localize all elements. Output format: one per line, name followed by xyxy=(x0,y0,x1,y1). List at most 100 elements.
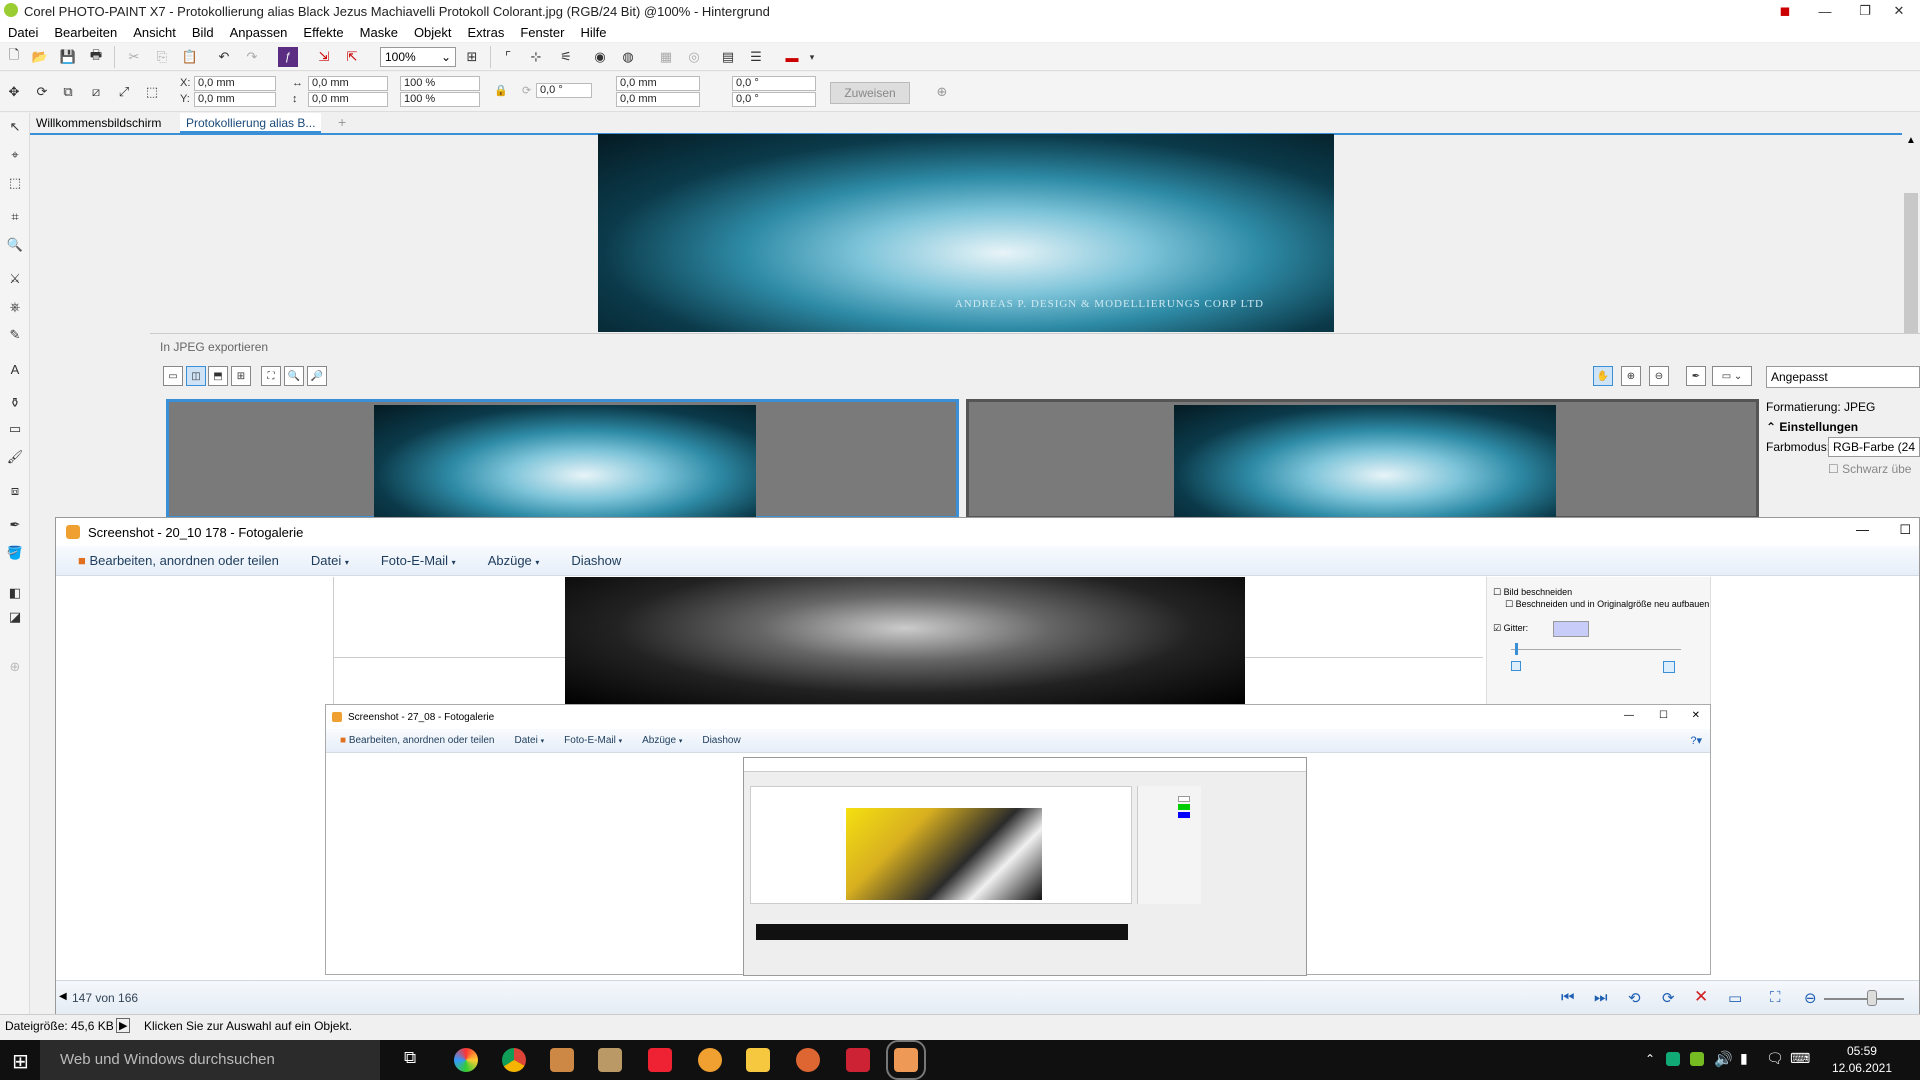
x-field[interactable]: 0,0 mm xyxy=(194,76,276,91)
paint-brush-icon[interactable]: 🖌 xyxy=(5,447,25,467)
new-file-icon[interactable]: 🗋 xyxy=(4,47,24,67)
rotate-right-icon[interactable]: ⟳ xyxy=(1662,989,1675,1007)
scroll-left-icon[interactable]: ◀ xyxy=(59,991,67,1002)
crop-orig-row[interactable]: ☐ Beschneiden und in Originalgröße neu a… xyxy=(1505,599,1709,610)
menu-hilfe[interactable]: Hilfe xyxy=(572,25,614,40)
fill-icon[interactable]: 🪣 xyxy=(5,543,25,563)
user-icon[interactable]: ◼ xyxy=(1770,0,1800,22)
explorer-icon[interactable] xyxy=(746,1048,770,1072)
menu-diashow[interactable]: Diashow xyxy=(555,553,637,568)
task-view-icon[interactable]: ⧉ xyxy=(404,1048,416,1068)
vertical-scrollbar[interactable]: ▲ xyxy=(1902,133,1920,333)
paste-icon[interactable]: 📋 xyxy=(180,47,200,67)
quad-view-icon[interactable]: ⊞ xyxy=(231,366,251,386)
photo-app-icon[interactable] xyxy=(454,1048,478,1072)
move-icon[interactable]: ✥ xyxy=(4,82,24,102)
gallery-viewer[interactable]: ☐ Bild beschneiden ☐ Beschneiden und in … xyxy=(56,577,1919,976)
cut-icon[interactable]: ✂ xyxy=(124,47,144,67)
menu-extras[interactable]: Extras xyxy=(460,25,513,40)
menu-objekt[interactable]: Objekt xyxy=(406,25,460,40)
pick-tool-icon[interactable]: ↖ xyxy=(5,117,25,137)
menu-fenster[interactable]: Fenster xyxy=(512,25,572,40)
copy-icon[interactable]: ⎘ xyxy=(152,47,172,67)
close-button[interactable]: ✕ xyxy=(1884,0,1914,22)
close-button[interactable]: ✕ xyxy=(1692,710,1700,721)
grid-slider-track[interactable] xyxy=(1511,649,1681,650)
menu-maske[interactable]: Maske xyxy=(352,25,406,40)
preview-original[interactable] xyxy=(166,399,959,522)
fotogalerie-taskbar-icon[interactable] xyxy=(886,1040,926,1080)
menu-foto-email[interactable]: Foto-E-Mail ▾ xyxy=(365,553,472,568)
app-icon-2[interactable] xyxy=(598,1048,622,1072)
menu-anpassen[interactable]: Anpassen xyxy=(222,25,296,40)
rectangle-mask-icon[interactable]: ⬚ xyxy=(5,173,25,193)
undo-icon[interactable]: ↶ xyxy=(214,47,234,67)
network-icon[interactable]: ▮ xyxy=(1740,1050,1748,1067)
object-icon[interactable]: ◎ xyxy=(684,47,704,67)
delete-icon[interactable]: ✕ xyxy=(1694,987,1708,1007)
scale-icon[interactable]: ⧉ xyxy=(58,82,78,102)
status-arrow-icon[interactable]: ▶ xyxy=(116,1018,131,1033)
tray-app-icon[interactable] xyxy=(1666,1052,1680,1066)
print-icon[interactable]: 🖶 xyxy=(86,47,106,67)
tray-expand-icon[interactable]: ⌃ xyxy=(1645,1052,1655,1066)
zoom-level-select[interactable]: 100% ⌄ xyxy=(380,47,456,67)
rotation-field[interactable]: 0,0 ° xyxy=(536,83,592,98)
fit-view-icon[interactable]: ⛶ xyxy=(261,366,281,386)
add-tool-icon[interactable]: ⊕ xyxy=(5,657,25,677)
notification-icon[interactable]: 🗨 xyxy=(1766,1050,1784,1067)
grid-row[interactable]: ☑ Gitter: xyxy=(1493,623,1528,634)
rotate-icon[interactable]: ⟳ xyxy=(32,82,52,102)
preset-select[interactable]: Angepasst xyxy=(1766,366,1920,388)
skew-x-field[interactable]: 0,0 ° xyxy=(732,76,816,91)
zoom-actual-icon[interactable]: 🔍 xyxy=(284,366,304,386)
color-mode-select[interactable]: RGB-Farbe (24 xyxy=(1828,437,1920,457)
black-checkbox-row[interactable]: ☐ Schwarz übe xyxy=(1828,462,1911,476)
touch-up-icon[interactable]: ✎ xyxy=(5,325,25,345)
preview-result[interactable] xyxy=(966,399,1759,522)
clone-icon[interactable]: ⎈ xyxy=(5,297,25,317)
checkbox[interactable]: ☐ xyxy=(1505,599,1513,609)
document-image[interactable]: ANDREAS P. DESIGN & MODELLIERUNGS CORP L… xyxy=(598,134,1334,332)
first-icon[interactable]: ⏮ xyxy=(1561,989,1575,1006)
list-icon[interactable]: ☰ xyxy=(746,47,766,67)
color-swatch-icon[interactable]: ◧ xyxy=(5,583,25,603)
slideshow-icon[interactable]: ▭ xyxy=(1728,989,1742,1007)
nested-screenshot[interactable] xyxy=(743,757,1307,976)
height-field[interactable]: 0,0 mm xyxy=(308,92,388,107)
volume-icon[interactable]: 🔊 xyxy=(1714,1050,1733,1068)
checkbox-checked[interactable]: ☑ xyxy=(1493,623,1501,633)
app-icon-5[interactable] xyxy=(796,1048,820,1072)
center-x-field[interactable]: 0,0 mm xyxy=(616,76,700,91)
tray-nvidia-icon[interactable] xyxy=(1690,1052,1704,1066)
save-icon[interactable]: 💾 xyxy=(58,47,78,67)
windows-start-icon[interactable]: ⊞ xyxy=(12,1049,29,1074)
lock-icon[interactable]: 🔒 xyxy=(494,84,508,97)
zoom-100-icon[interactable]: 🔎 xyxy=(307,366,327,386)
minimize-button[interactable]: — xyxy=(1856,522,1869,537)
color-picker[interactable]: ▭ ⌄ xyxy=(1712,366,1752,386)
fit-icon[interactable]: ⛶ xyxy=(1770,989,1781,1006)
menu-bearbeiten[interactable]: Bearbeiten xyxy=(46,25,125,40)
add-icon[interactable]: ⊕ xyxy=(932,82,952,102)
help-icon[interactable]: ?▾ xyxy=(1690,734,1702,747)
checkbox[interactable]: ☐ xyxy=(1493,587,1501,597)
menu-edit-share[interactable]: ■ Bearbeiten, anordnen oder teilen xyxy=(326,735,505,746)
hand-tool-icon[interactable]: ✋ xyxy=(1593,366,1613,386)
keyboard-icon[interactable]: ⌨ xyxy=(1790,1050,1810,1067)
zoom-in-icon[interactable]: ⊕ xyxy=(1621,366,1641,386)
restore-button[interactable]: ❐ xyxy=(1850,0,1880,22)
eyedropper-icon[interactable]: ✒ xyxy=(5,515,25,535)
scroll-up-icon[interactable]: ▲ xyxy=(1906,135,1916,146)
taskbar-search[interactable]: Web und Windows durchsuchen xyxy=(40,1040,380,1080)
chevron-down-icon[interactable]: ▾ xyxy=(802,47,822,67)
y-field[interactable]: 0,0 mm xyxy=(194,92,276,107)
menu-datei[interactable]: Datei ▾ xyxy=(295,553,365,568)
minimize-button[interactable]: — xyxy=(1624,710,1634,721)
crop-icon[interactable]: ⌗ xyxy=(5,207,25,227)
rotate-left-icon[interactable]: ⟲ xyxy=(1628,989,1641,1007)
red-eye-icon[interactable]: ⚔ xyxy=(5,269,25,289)
mask-transform-icon[interactable]: ⌖ xyxy=(5,145,25,165)
zoom-fit-icon[interactable]: ⊞ xyxy=(462,47,482,67)
menu-effekte[interactable]: Effekte xyxy=(295,25,351,40)
